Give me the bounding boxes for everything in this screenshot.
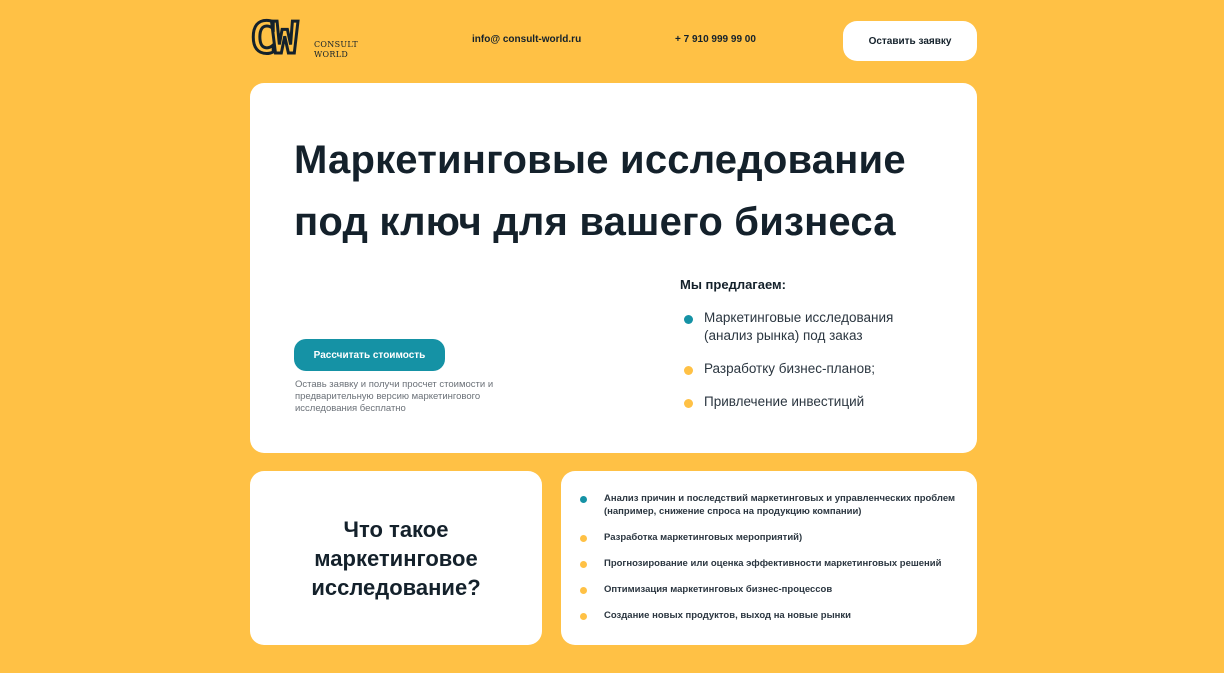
goal-item-text: Прогнозирование или оценка эффективности…	[604, 558, 942, 569]
phone-link[interactable]: + 7 910 999 99 00	[675, 34, 756, 45]
bullet-dot-icon	[684, 315, 693, 324]
goal-item: Разработка маркетинговых мероприятий)	[579, 531, 964, 544]
goal-item-text: Анализ причин и последствий маркетинговы…	[604, 493, 956, 517]
offer-item-text: Привлечение инвестиций	[704, 394, 865, 409]
bullet-dot-icon	[580, 613, 587, 620]
goals-card: Анализ причин и последствий маркетинговы…	[561, 471, 977, 645]
what-is-title: Что такое маркетинговое исследование?	[311, 516, 481, 600]
offer-item-text: Разработку бизнес-планов;	[704, 361, 876, 376]
bullet-dot-icon	[684, 399, 693, 408]
offer-item: Разработку бизнес-планов;	[683, 360, 943, 378]
header: CW CONSULT WORLD info@ consult-world.ru …	[249, 13, 977, 64]
offer-item-text: Маркетинговые исследования (анализ рынка…	[704, 310, 894, 343]
calculate-cost-button[interactable]: Рассчитать стоимость	[294, 339, 445, 371]
bullet-dot-icon	[684, 366, 693, 375]
what-is-card: Что такое маркетинговое исследование?	[250, 471, 542, 645]
bullet-dot-icon	[580, 587, 587, 594]
hero-card: Маркетинговые исследование под ключ для …	[250, 83, 977, 453]
offer-title: Мы предлагаем:	[680, 277, 786, 292]
goal-item-text: Разработка маркетинговых мероприятий)	[604, 532, 803, 543]
request-button[interactable]: Оставить заявку	[843, 21, 977, 61]
goal-item: Оптимизация маркетинговых бизнес-процесс…	[579, 583, 964, 596]
goals-list: Анализ причин и последствий маркетинговы…	[579, 492, 964, 622]
offer-item: Маркетинговые исследования (анализ рынка…	[683, 309, 943, 345]
cta-note: Оставь заявку и получи просчет стоимости…	[295, 379, 494, 414]
logo-line-2: WORLD	[314, 50, 349, 59]
goal-item: Создание новых продуктов, выход на новые…	[579, 609, 964, 622]
offer-list: Маркетинговые исследования (анализ рынка…	[683, 309, 943, 411]
logo-line-1: CONSULT	[314, 40, 358, 49]
email-link[interactable]: info@ consult-world.ru	[472, 34, 581, 45]
hero-title: Маркетинговые исследование под ключ для …	[294, 138, 906, 244]
goal-item-text: Создание новых продуктов, выход на новые…	[604, 610, 852, 621]
logo[interactable]: CW CONSULT WORLD	[249, 13, 360, 64]
goal-item: Анализ причин и последствий маркетинговы…	[579, 492, 964, 518]
bullet-dot-icon	[580, 561, 587, 568]
goal-item: Прогнозирование или оценка эффективности…	[579, 557, 964, 570]
logo-mark: CW	[249, 13, 300, 64]
offer-item: Привлечение инвестиций	[683, 393, 943, 411]
logo-text: CONSULT WORLD	[314, 40, 358, 60]
bullet-dot-icon	[580, 496, 587, 503]
bullet-dot-icon	[580, 535, 587, 542]
goal-item-text: Оптимизация маркетинговых бизнес-процесс…	[604, 584, 833, 595]
